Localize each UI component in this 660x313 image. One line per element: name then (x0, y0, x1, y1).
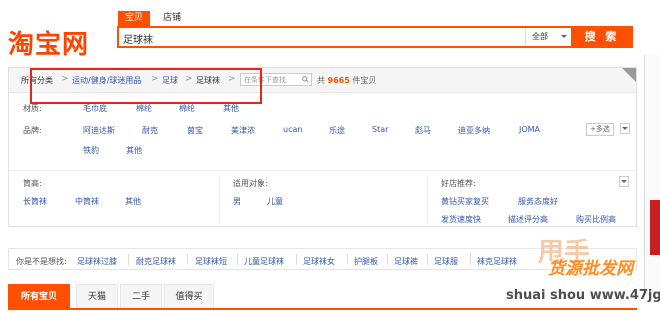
count-prefix: 共 (317, 76, 325, 85)
related-search-item[interactable]: 足球服 (434, 256, 458, 267)
height-option[interactable]: 其他 (125, 196, 141, 207)
brand-option[interactable]: 其他 (126, 145, 142, 156)
divider (427, 176, 428, 224)
brand-option[interactable]: 彪马 (415, 125, 431, 136)
brand-option[interactable]: Star (372, 125, 388, 134)
related-search-item[interactable]: 足球袜短 (195, 256, 227, 267)
material-option[interactable]: 其他 (223, 103, 239, 114)
multi-select-button[interactable]: +多选 (586, 123, 614, 136)
right-sidebar (644, 55, 660, 295)
divider (347, 254, 348, 265)
shop-option[interactable]: 服务态度好 (518, 196, 558, 207)
brand-more-button[interactable] (620, 123, 630, 134)
shop-label: 好店推荐: (441, 179, 476, 188)
divider (9, 170, 636, 171)
count-number: 9665 (327, 76, 350, 85)
related-search-item[interactable]: 耐克足球袜 (136, 256, 176, 267)
related-label: 你是不是想找: (16, 257, 67, 266)
material-option[interactable]: 棉纶 (136, 103, 152, 114)
brand-option[interactable]: JOMA (519, 125, 540, 134)
brand-option[interactable]: 铁豹 (83, 145, 99, 156)
divider (427, 254, 428, 265)
brand-label: 品牌: (23, 126, 42, 135)
shop-option[interactable]: 黄钻买家复买 (441, 196, 489, 207)
brand-option[interactable]: 迪亚多纳 (458, 125, 490, 136)
height-option[interactable]: 中筒袜 (75, 196, 99, 207)
chevron-down-icon (622, 127, 628, 133)
tab-worth-buying[interactable]: 值得买 (164, 284, 214, 308)
chevron-down-icon (621, 180, 627, 186)
watermark-text: 货源批发网 (548, 259, 633, 279)
brand-option[interactable]: 茵宝 (187, 125, 203, 136)
related-search-item[interactable]: 护腿板 (354, 256, 378, 267)
tab-all-items[interactable]: 所有宝贝 (8, 284, 70, 308)
material-label: 材质: (23, 104, 42, 113)
count-suffix: 件宝贝 (352, 76, 377, 85)
height-option[interactable]: 长筒袜 (23, 196, 47, 207)
search-box: 足球袜 全部 搜 索 (117, 26, 633, 48)
tab-second-hand[interactable]: 二手 (120, 284, 162, 308)
highlight-annotation (30, 68, 262, 104)
related-search-item[interactable]: 袜克足球袜 (477, 256, 517, 267)
brand-option[interactable]: 乐途 (329, 125, 345, 136)
search-input[interactable]: 足球袜 (123, 31, 153, 46)
result-count: 共 9665 件宝贝 (317, 75, 376, 86)
search-tab-items[interactable]: 宝贝 (118, 11, 151, 26)
brand-option[interactable]: 美津浓 (231, 125, 255, 136)
chevron-down-icon (561, 35, 567, 41)
brand-option[interactable]: 耐克 (142, 125, 158, 136)
watermark-url: shuai shou www.47jge.cn (506, 288, 660, 303)
shop-option[interactable]: 发货速度快 (441, 214, 481, 225)
related-search-item[interactable]: 足球袜女 (303, 256, 335, 267)
category-select[interactable]: 全部 (525, 28, 571, 46)
sidebar-ad-strip[interactable] (650, 200, 660, 255)
related-search-item[interactable]: 足球裤 (394, 256, 418, 267)
taobao-logo[interactable]: 淘宝网 (8, 24, 89, 61)
collapse-corner-icon[interactable] (622, 68, 636, 82)
brand-option[interactable]: ucan (283, 125, 302, 134)
divider (128, 254, 129, 265)
category-value: 全部 (532, 32, 548, 41)
material-option[interactable]: 棉纶 (179, 103, 195, 114)
target-option[interactable]: 儿童 (267, 196, 283, 207)
divider (219, 176, 220, 224)
brand-option[interactable]: 阿迪达斯 (83, 125, 115, 136)
height-label: 筒高: (23, 179, 42, 188)
divider (237, 254, 238, 265)
tab-tmall[interactable]: 天猫 (76, 284, 118, 308)
search-button[interactable]: 搜 索 (571, 26, 633, 48)
related-search-item[interactable]: 足球袜过膝 (77, 256, 117, 267)
search-icon[interactable] (302, 76, 309, 83)
shop-option[interactable]: 购买比例高 (576, 214, 616, 225)
target-label: 适用对象: (233, 179, 268, 188)
divider (187, 254, 188, 265)
target-option[interactable]: 男 (233, 196, 241, 207)
expand-button[interactable] (619, 176, 629, 187)
shop-option[interactable]: 描述评分高 (508, 214, 548, 225)
divider (470, 254, 471, 265)
divider (296, 254, 297, 265)
related-search-item[interactable]: 儿童足球袜 (244, 256, 284, 267)
divider (387, 254, 388, 265)
material-option[interactable]: 毛巾底 (83, 103, 107, 114)
search-tab-shops[interactable]: 店铺 (156, 11, 188, 26)
